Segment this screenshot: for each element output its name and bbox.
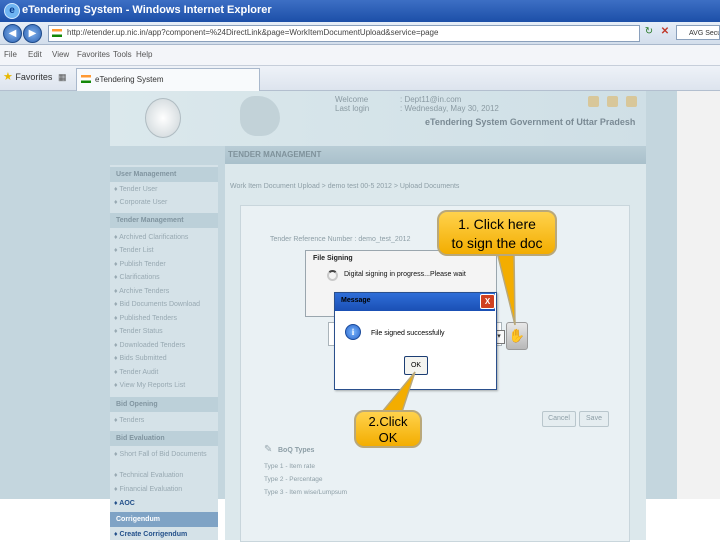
welcome-label: Welcome [335, 95, 369, 104]
sidebar-item-tender-list[interactable]: ♦ Tender List [114, 247, 218, 254]
tab-label: eTendering System [95, 75, 164, 84]
refresh-icon[interactable]: ↻ [643, 26, 655, 38]
sidebar-item-clarifications[interactable]: ♦ Clarifications [114, 274, 218, 281]
sidebar-header-tender-management: Tender Management [110, 213, 218, 228]
save-button[interactable]: Save [579, 411, 609, 427]
close-button[interactable]: X [480, 294, 495, 309]
sidebar-item-publish-tender[interactable]: ♦ Publish Tender [114, 261, 218, 268]
welcome-value: : Dept11@in.com [400, 95, 462, 104]
browser-tab[interactable]: eTendering System [76, 68, 260, 91]
boq-type-1: Type 1 - Item rate [264, 463, 315, 470]
stop-icon[interactable]: ✕ [659, 26, 671, 38]
sidebar-item-aoc[interactable]: ♦ AOC [114, 500, 218, 507]
callout-sign-doc: 1. Click here to sign the doc [437, 210, 557, 256]
state-map-icon [240, 96, 280, 136]
callout-click-ok: 2.Click OK [354, 410, 422, 448]
right-margin [677, 91, 720, 499]
message-text: File signed successfully [371, 330, 445, 337]
menu-item-file[interactable]: File [4, 50, 17, 59]
callout-sign-line2: to sign the doc [451, 235, 543, 251]
sidebar-item-tender-user[interactable]: ♦ Tender User [114, 186, 218, 193]
sidebar-header-bid-opening: Bid Opening [110, 397, 218, 412]
boq-type-2: Type 2 - Percentage [264, 476, 323, 483]
menu-bar: File Edit View Favorites Tools Help [0, 45, 720, 66]
sidebar-header-bid-evaluation: Bid Evaluation [110, 431, 218, 446]
menu-item-tools[interactable]: Tools [113, 50, 132, 59]
sidebar-item-archive-tenders[interactable]: ♦ Archive Tenders [114, 288, 218, 295]
sidebar-header-user-management: User Management [110, 167, 218, 182]
window-title: eTendering System - Windows Internet Exp… [22, 4, 272, 16]
file-signing-title: File Signing [313, 255, 353, 262]
callout-ok-line1: 2.Click [368, 414, 408, 429]
file-signing-status: Digital signing in progress...Please wai… [344, 271, 466, 278]
boq-type-3: Type 3 - Item wise/Lumpsum [264, 489, 348, 496]
menu-item-help[interactable]: Help [136, 50, 152, 59]
breadcrumb: Work Item Document Upload > demo test 00… [230, 183, 460, 190]
menu-item-view[interactable]: View [52, 50, 69, 59]
forward-button[interactable]: ▶ [23, 24, 42, 43]
back-button[interactable]: ◀ [3, 24, 22, 43]
site-flag-icon [52, 29, 62, 37]
callout-ok-line2: OK [378, 430, 398, 445]
sidebar-item-tender-status[interactable]: ♦ Tender Status [114, 328, 218, 335]
sidebar-header-corrigendum: Corrigendum [110, 512, 218, 527]
sidebar-item-short-fall[interactable]: ♦ Short Fall of Bid Documents [114, 451, 218, 458]
sidebar-item-view-reports[interactable]: ♦ View My Reports List [114, 382, 218, 389]
sidebar-item-downloaded-tenders[interactable]: ♦ Downloaded Tenders [114, 342, 218, 349]
tab-flag-icon [81, 75, 91, 83]
star-icon: ★ [3, 71, 13, 83]
sidebar-item-bid-documents-download[interactable]: ♦ Bid Documents Download [114, 301, 218, 308]
menu-item-favorites[interactable]: Favorites [77, 50, 110, 59]
favorites-button[interactable]: ★ Favorites [3, 70, 52, 83]
government-emblem-logo [145, 98, 181, 138]
last-login-label: Last login [335, 104, 370, 113]
info-icon: i [345, 324, 361, 340]
internet-explorer-icon: e [4, 3, 20, 19]
mail-icon[interactable] [607, 96, 618, 107]
sidebar-item-create-corrigendum[interactable]: ♦ Create Corrigendum [114, 531, 218, 538]
site-title: eTendering System Government of Uttar Pr… [425, 117, 636, 127]
section-title-bar: TENDER MANAGEMENT [225, 146, 646, 164]
address-url: http://etender.up.nic.in/app?component=%… [67, 28, 439, 37]
boq-title: BoQ Types [278, 447, 315, 454]
address-bar-row: ◀ ▶ http://etender.up.nic.in/app?compone… [0, 22, 720, 45]
loading-spinner-icon [327, 270, 338, 281]
tender-reference: Tender Reference Number : demo_test_2012 [270, 236, 411, 243]
sidebar-item-published-tenders[interactable]: ♦ Published Tenders [114, 315, 218, 322]
window-title-bar: e eTendering System - Windows Internet E… [0, 0, 720, 22]
favorites-bar: ★ Favorites ▦ eTendering System [0, 66, 720, 91]
sidebar-item-corporate-user[interactable]: ♦ Corporate User [114, 199, 218, 206]
message-title: Message [341, 297, 371, 304]
favorites-label: Favorites [15, 72, 53, 82]
cancel-button[interactable]: Cancel [542, 411, 576, 427]
sidebar-item-tenders[interactable]: ♦ Tenders [114, 417, 218, 424]
sidebar-item-financial-evaluation[interactable]: ♦ Financial Evaluation [114, 486, 218, 493]
sidebar-item-technical-evaluation[interactable]: ♦ Technical Evaluation [114, 472, 218, 479]
sidebar-item-archived-clarifications[interactable]: ♦ Archived Clarifications [114, 234, 218, 241]
last-login-value: : Wednesday, May 30, 2012 [400, 104, 499, 113]
section-title: TENDER MANAGEMENT [228, 150, 322, 159]
sidebar-item-tender-audit[interactable]: ♦ Tender Audit [114, 369, 218, 376]
address-input[interactable]: http://etender.up.nic.in/app?component=%… [48, 25, 640, 42]
boq-icon: ✎ [264, 444, 273, 455]
tab-grid-icon[interactable]: ▦ [58, 72, 67, 83]
menu-item-edit[interactable]: Edit [28, 50, 42, 59]
ok-button[interactable]: OK [404, 356, 428, 375]
sidebar-item-bids-submitted[interactable]: ♦ Bids Submitted [114, 355, 218, 362]
logout-icon[interactable] [626, 96, 637, 107]
sign-hand-icon[interactable]: ✋ [506, 322, 528, 350]
callout-sign-line1: 1. Click here [458, 216, 536, 232]
home-icon[interactable] [588, 96, 599, 107]
search-input[interactable]: AVG Secure [676, 25, 720, 40]
